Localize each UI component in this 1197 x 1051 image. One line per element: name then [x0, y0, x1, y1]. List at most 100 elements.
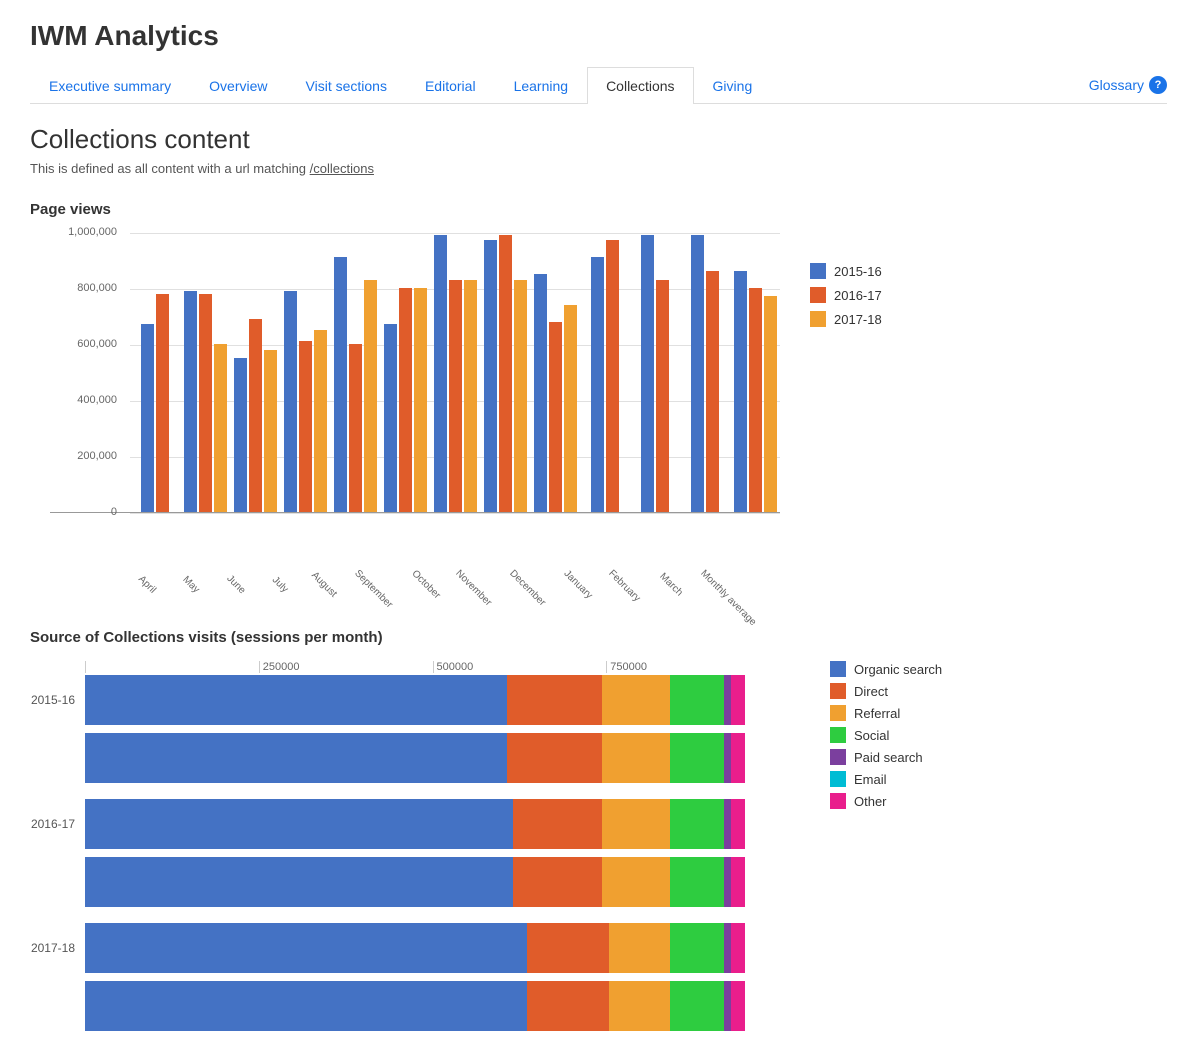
col-label-0 — [85, 661, 259, 673]
bar-4-2 — [364, 280, 377, 512]
stacked-seg2-2-social — [670, 981, 724, 1031]
y-label-3: 400,000 — [77, 394, 117, 406]
y-label-2: 600,000 — [77, 338, 117, 350]
stacked-seg2-2-other — [731, 981, 745, 1031]
bar-12-1 — [749, 288, 762, 512]
bar-1-0 — [184, 291, 197, 512]
stacked-legend-label-1: Direct — [854, 684, 888, 699]
bar-12-0 — [734, 271, 747, 512]
stacked-row-0-b — [30, 733, 780, 783]
bar-8-2 — [564, 305, 577, 512]
stacked-seg-0-organic — [85, 675, 507, 725]
stacked-seg2-1-social — [670, 857, 724, 907]
bar-10-1 — [656, 280, 669, 512]
x-label-8: December — [507, 568, 547, 608]
stacked-seg-2-other — [731, 923, 745, 973]
source-section: Source of Collections visits (sessions p… — [30, 629, 1167, 1031]
tab-executive-summary[interactable]: Executive summary — [30, 67, 190, 104]
bar-chart-container: 1,000,000800,000600,000400,000200,0000 A… — [30, 233, 1167, 579]
stacked-legend-item-5: Email — [830, 771, 942, 787]
bar-group-4 — [330, 257, 380, 512]
stacked-legend-item-0: Organic search — [830, 661, 942, 677]
stacked-legend-color-3 — [830, 727, 846, 743]
x-axis-labels: AprilMayJuneJulyAugustSeptemberOctoberNo… — [50, 568, 780, 579]
grid-line-5 — [130, 513, 780, 514]
stacked-seg2-0-referral — [602, 733, 670, 783]
bar-0-0 — [141, 324, 154, 512]
bar-6-2 — [464, 280, 477, 512]
stacked-seg-2-referral — [609, 923, 670, 973]
stacked-seg2-2-referral — [609, 981, 670, 1031]
page-heading: Collections content — [30, 124, 1167, 155]
stacked-seg2-0-social — [670, 733, 724, 783]
x-label-2: June — [219, 568, 252, 601]
tab-learning[interactable]: Learning — [495, 67, 588, 104]
bar-10-0 — [641, 235, 654, 512]
stacked-row-2-b — [30, 981, 780, 1031]
tab-giving[interactable]: Giving — [694, 67, 772, 104]
bar-legend-label-1: 2016-17 — [834, 288, 882, 303]
stacked-seg-1-other — [731, 799, 745, 849]
stacked-bars2-0 — [85, 733, 765, 783]
col-label-3: 750000 — [606, 661, 780, 673]
tab-collections[interactable]: Collections — [587, 67, 693, 104]
stacked-row-1-b — [30, 857, 780, 907]
stacked-chart-area: 250000 500000 750000 2015-162016-172017-… — [30, 661, 780, 1031]
stacked-seg2-1-direct — [513, 857, 601, 907]
stacked-seg-1-referral — [602, 799, 670, 849]
bar-4-1 — [349, 344, 362, 512]
stacked-legend-item-2: Referral — [830, 705, 942, 721]
tab-editorial[interactable]: Editorial — [406, 67, 495, 104]
stacked-legend-color-4 — [830, 749, 846, 765]
x-label-3: July — [263, 568, 296, 601]
bar-chart-legend: 2015-16 2016-17 2017-18 — [810, 263, 882, 335]
bar-6-0 — [434, 235, 447, 512]
stacked-seg2-1-organic — [85, 857, 513, 907]
stacked-seg-2-organic — [85, 923, 527, 973]
tab-visit-sections[interactable]: Visit sections — [287, 67, 406, 104]
x-label-7: November — [453, 568, 493, 608]
stacked-legend-item-3: Social — [830, 727, 942, 743]
bar-3-1 — [299, 341, 312, 512]
stacked-seg-0-social — [670, 675, 724, 725]
stacked-seg2-1-other — [731, 857, 745, 907]
nav-right: Glossary ? — [1089, 76, 1167, 94]
stacked-seg2-2-organic — [85, 981, 527, 1031]
tab-overview[interactable]: Overview — [190, 67, 286, 104]
col-label-1: 250000 — [259, 661, 433, 673]
app-title: IWM Analytics — [30, 20, 1167, 52]
stacked-seg-0-paid — [724, 675, 731, 725]
stacked-seg2-1-referral — [602, 857, 670, 907]
stacked-seg2-2-direct — [527, 981, 609, 1031]
stacked-legend-item-4: Paid search — [830, 749, 942, 765]
stacked-seg-2-direct — [527, 923, 609, 973]
source-title: Source of Collections visits (sessions p… — [30, 629, 1167, 646]
stacked-row-0: 2015-16 — [30, 675, 780, 725]
bar-group-1 — [180, 291, 230, 512]
help-icon[interactable]: ? — [1149, 76, 1167, 94]
col-label-2: 500000 — [433, 661, 607, 673]
bar-group-3 — [280, 291, 330, 512]
page-views-section: Page views 1,000,000800,000600,000400,00… — [30, 201, 1167, 579]
bar-group-5 — [380, 288, 430, 512]
bar-legend-color-2 — [810, 311, 826, 327]
bar-legend-item-2: 2017-18 — [810, 311, 882, 327]
stacked-year-0: 2015-16 — [30, 693, 85, 707]
stacked-seg2-2-paid — [724, 981, 731, 1031]
stacked-seg2-0-other — [731, 733, 745, 783]
stacked-bars2-1 — [85, 857, 765, 907]
x-label-6: October — [409, 568, 442, 601]
glossary-link[interactable]: Glossary — [1089, 77, 1144, 93]
bar-11-0 — [691, 235, 704, 512]
stacked-seg-2-paid — [724, 923, 731, 973]
bar-1-2 — [214, 344, 227, 512]
bar-3-0 — [284, 291, 297, 512]
stacked-seg-1-organic — [85, 799, 513, 849]
stacked-seg2-0-organic — [85, 733, 507, 783]
y-axis: 1,000,000800,000600,000400,000200,0000 — [50, 233, 125, 512]
bar-legend-label-0: 2015-16 — [834, 264, 882, 279]
page-subtext: This is defined as all content with a ur… — [30, 161, 1167, 176]
bar-group-12 — [730, 271, 780, 512]
bar-5-0 — [384, 324, 397, 512]
stacked-legend-label-3: Social — [854, 728, 889, 743]
